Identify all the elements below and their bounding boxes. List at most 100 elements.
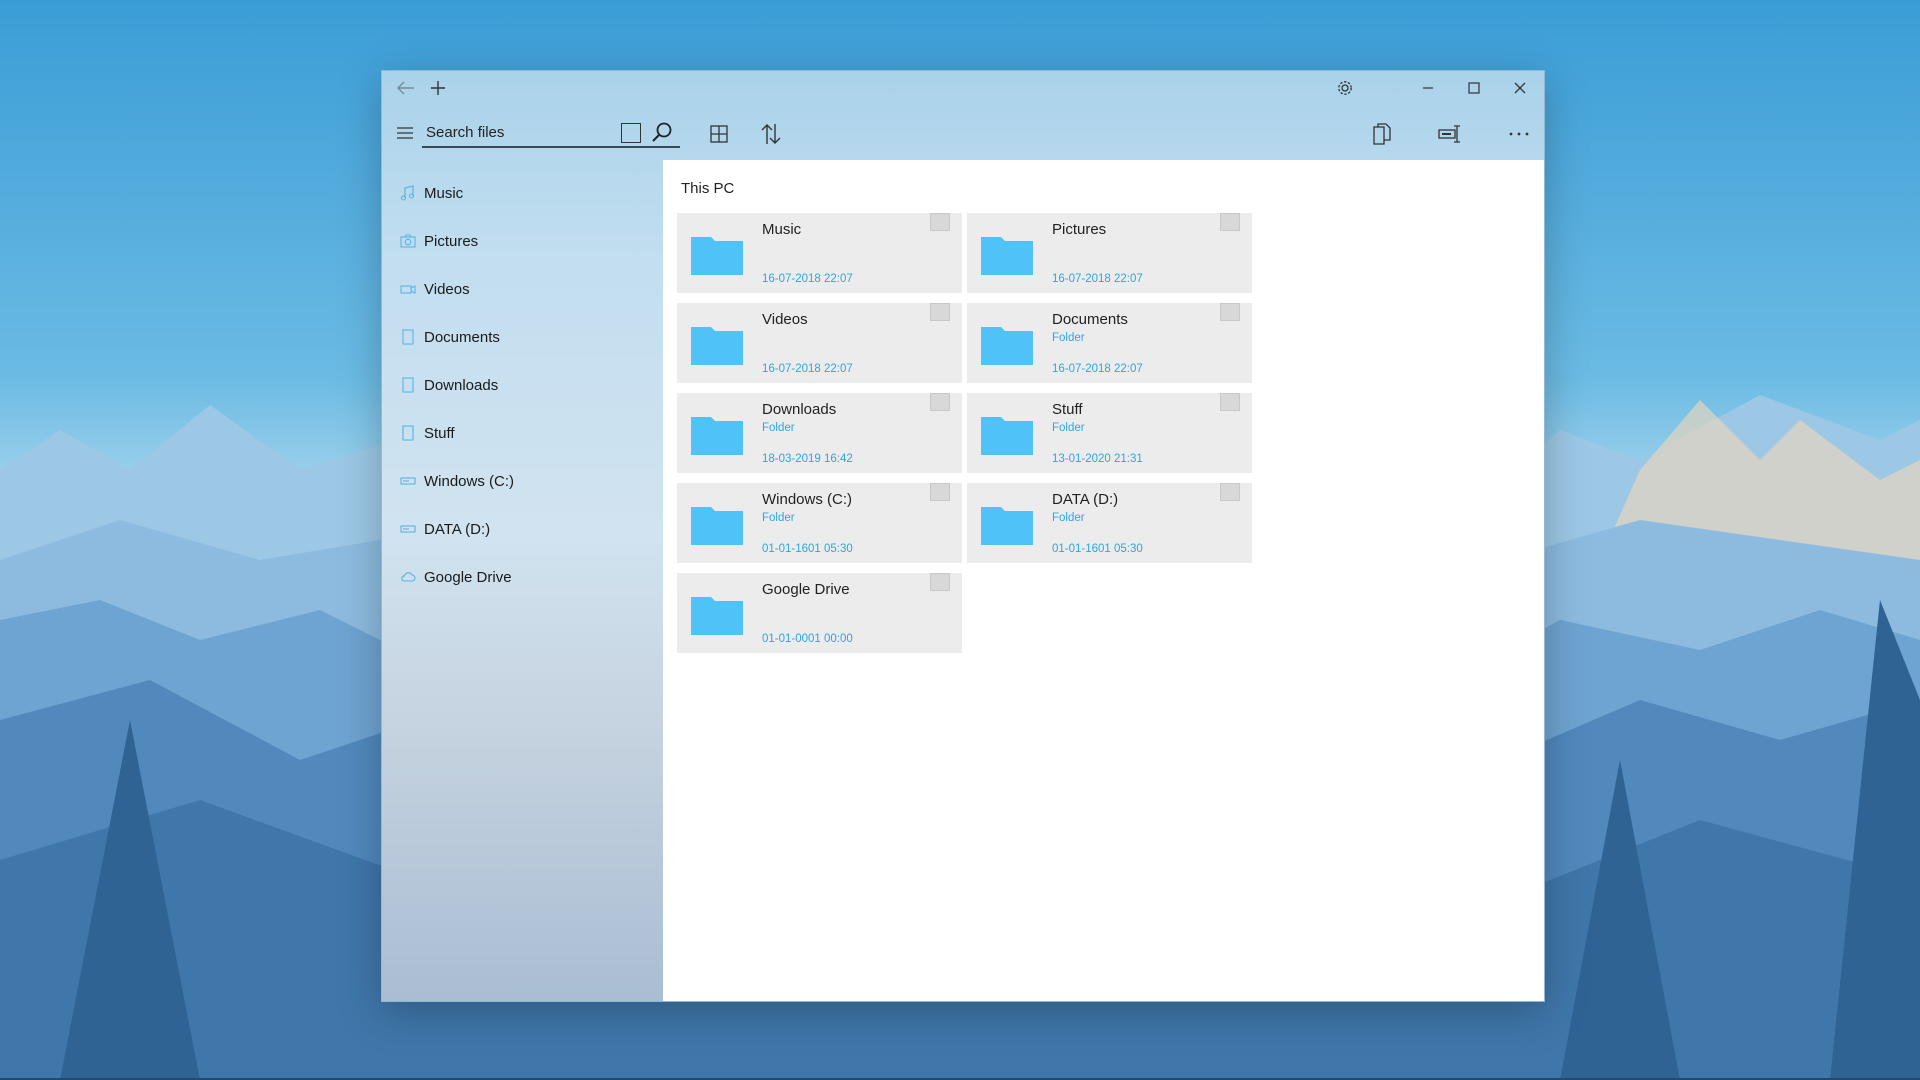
- title-bar: [382, 71, 1544, 104]
- grid-icon: [710, 125, 728, 143]
- sidebar-item-label: Pictures: [424, 232, 479, 250]
- sidebar-item-label: Stuff: [424, 424, 455, 442]
- document-icon: [402, 425, 414, 441]
- sidebar-item-pictures[interactable]: Pictures: [382, 221, 663, 261]
- folder-tile-windows-c[interactable]: Windows (C:) Folder 01-01-1601 05:30: [677, 483, 962, 563]
- more-options-button[interactable]: [1504, 119, 1534, 149]
- folder-icon: [691, 417, 743, 455]
- folder-tile-music[interactable]: Music 16-07-2018 22:07: [677, 213, 962, 293]
- folder-tile-downloads[interactable]: Downloads Folder 18-03-2019 16:42: [677, 393, 962, 473]
- new-tab-button[interactable]: [422, 71, 454, 104]
- sidebar-item-music[interactable]: Music: [382, 173, 663, 213]
- camera-icon: [400, 234, 416, 248]
- sidebar-item-google-drive[interactable]: Google Drive: [382, 557, 663, 597]
- folder-icon: [981, 417, 1033, 455]
- sidebar-item-label: Videos: [424, 280, 470, 298]
- folder-tile-videos[interactable]: Videos 16-07-2018 22:07: [677, 303, 962, 383]
- arrow-left-icon: [397, 81, 414, 94]
- document-icon: [402, 329, 414, 345]
- hamburger-icon: [397, 127, 413, 139]
- tile-date: 16-07-2018 22:07: [762, 363, 853, 375]
- folder-icon: [981, 327, 1033, 365]
- tile-checkbox[interactable]: [1220, 483, 1240, 501]
- folder-icon: [981, 507, 1033, 545]
- folder-icon: [981, 237, 1033, 275]
- ellipsis-icon: [1509, 132, 1529, 136]
- document-icon: [402, 377, 414, 393]
- tile-type: Folder: [1052, 332, 1085, 344]
- folder-icon: [691, 507, 743, 545]
- video-icon: [400, 285, 416, 294]
- folder-icon: [691, 327, 743, 365]
- tile-name: Windows (C:): [762, 491, 853, 508]
- sidebar-item-documents[interactable]: Documents: [382, 317, 663, 357]
- tile-name: Pictures: [1052, 221, 1107, 238]
- search-input[interactable]: [422, 123, 612, 141]
- tile-checkbox[interactable]: [930, 393, 950, 411]
- main-content: This PC Music 16-07-2018 22:07 Pictures …: [663, 160, 1544, 1001]
- tile-type: Folder: [762, 512, 795, 524]
- minimize-button[interactable]: [1405, 71, 1451, 104]
- tile-checkbox[interactable]: [930, 573, 950, 591]
- maximize-icon: [1468, 81, 1480, 94]
- folder-tile-data-d[interactable]: DATA (D:) Folder 01-01-1601 05:30: [967, 483, 1252, 563]
- back-button[interactable]: [390, 71, 422, 104]
- sort-arrows-icon: [761, 124, 781, 144]
- tile-date: 13-01-2020 21:31: [1052, 453, 1143, 465]
- sidebar-item-stuff[interactable]: Stuff: [382, 413, 663, 453]
- tile-date: 16-07-2018 22:07: [1052, 273, 1143, 285]
- settings-button[interactable]: [1322, 71, 1368, 104]
- menu-button[interactable]: [392, 120, 418, 146]
- music-icon: [400, 185, 415, 201]
- sidebar-item-windows-c[interactable]: Windows (C:): [382, 461, 663, 501]
- tile-name: Google Drive: [762, 581, 850, 598]
- tile-type: Folder: [1052, 422, 1085, 434]
- tile-name: Downloads: [762, 401, 837, 418]
- tile-type: Folder: [762, 422, 795, 434]
- sidebar-item-label: Documents: [424, 328, 500, 346]
- grid-view-button[interactable]: [704, 119, 734, 149]
- tile-checkbox[interactable]: [930, 303, 950, 321]
- tile-checkbox[interactable]: [1220, 393, 1240, 411]
- tile-name: Documents: [1052, 311, 1128, 328]
- select-all-checkbox[interactable]: [621, 123, 641, 143]
- search-icon: [652, 122, 672, 142]
- file-explorer-window: Music Pictures Videos Documents Download…: [381, 70, 1545, 1002]
- plus-icon: [431, 80, 445, 95]
- tile-checkbox[interactable]: [1220, 303, 1240, 321]
- sidebar-item-label: Windows (C:): [424, 472, 515, 490]
- sidebar-item-downloads[interactable]: Downloads: [382, 365, 663, 405]
- sidebar-item-label: DATA (D:): [424, 520, 491, 538]
- folder-icon: [691, 597, 743, 635]
- page-title: This PC: [681, 180, 735, 197]
- sort-button[interactable]: [756, 119, 786, 149]
- tile-date: 16-07-2018 22:07: [762, 273, 853, 285]
- tile-checkbox[interactable]: [930, 483, 950, 501]
- tile-name: Stuff: [1052, 401, 1083, 418]
- folder-tile-stuff[interactable]: Stuff Folder 13-01-2020 21:31: [967, 393, 1252, 473]
- tile-checkbox[interactable]: [930, 213, 950, 231]
- tile-name: Music: [762, 221, 802, 238]
- tile-checkbox[interactable]: [1220, 213, 1240, 231]
- sidebar-item-label: Google Drive: [424, 568, 512, 586]
- tile-date: 01-01-0001 00:00: [762, 633, 853, 645]
- sidebar-item-videos[interactable]: Videos: [382, 269, 663, 309]
- search-button[interactable]: [650, 121, 674, 145]
- tile-date: 01-01-1601 05:30: [1052, 543, 1143, 555]
- drive-icon: [400, 477, 416, 485]
- sidebar-item-data-d[interactable]: DATA (D:): [382, 509, 663, 549]
- folder-tile-google-drive[interactable]: Google Drive 01-01-0001 00:00: [677, 573, 962, 653]
- folder-tile-documents[interactable]: Documents Folder 16-07-2018 22:07: [967, 303, 1252, 383]
- drive-icon: [400, 525, 416, 533]
- folder-icon: [691, 237, 743, 275]
- tile-name: DATA (D:): [1052, 491, 1119, 508]
- tile-date: 01-01-1601 05:30: [762, 543, 853, 555]
- folder-tile-pictures[interactable]: Pictures 16-07-2018 22:07: [967, 213, 1252, 293]
- toolbar: [382, 104, 1544, 164]
- maximize-button[interactable]: [1451, 71, 1497, 104]
- cloud-icon: [401, 572, 416, 582]
- close-button[interactable]: [1497, 71, 1543, 104]
- rename-button[interactable]: [1435, 119, 1465, 149]
- sidebar-item-label: Downloads: [424, 376, 499, 394]
- copy-button[interactable]: [1367, 119, 1397, 149]
